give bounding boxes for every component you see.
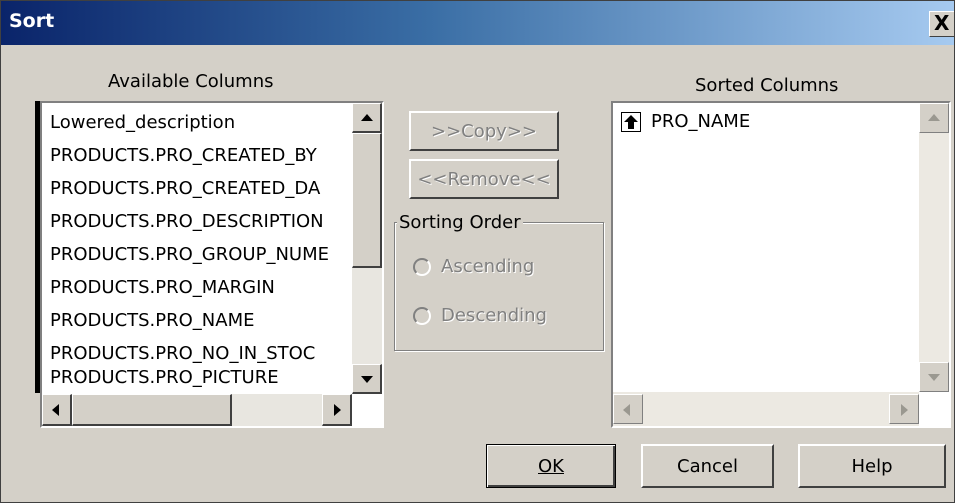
available-vertical-scrollbar[interactable]: [352, 103, 382, 394]
scroll-down-button[interactable]: [919, 362, 949, 392]
scroll-right-button[interactable]: [322, 394, 352, 426]
sorted-horizontal-scrollbar[interactable]: [613, 392, 919, 426]
arrow-up-icon: [361, 114, 373, 121]
close-button[interactable]: X: [929, 11, 954, 37]
list-item[interactable]: PRODUCTS.PRO_MARGIN: [50, 273, 275, 303]
sorting-order-group: [394, 222, 604, 351]
window-title: Sort: [9, 10, 55, 32]
ascending-radio[interactable]: [413, 258, 431, 276]
scroll-down-button[interactable]: [352, 364, 382, 394]
arrow-up-icon: [928, 114, 940, 121]
available-columns-list[interactable]: Lowered_description PRODUCTS.PRO_CREATED…: [40, 101, 384, 428]
scroll-left-button[interactable]: [613, 394, 643, 424]
scroll-thumb[interactable]: [352, 133, 382, 268]
cancel-button-label: Cancel: [677, 455, 738, 477]
scroll-up-button[interactable]: [919, 103, 949, 133]
list-item[interactable]: Lowered_description: [50, 108, 235, 138]
list-item[interactable]: PRODUCTS.PRO_NAME: [50, 306, 255, 336]
arrow-left-icon: [623, 404, 630, 416]
ok-button-label: OK: [538, 455, 564, 477]
descending-radio[interactable]: [413, 307, 431, 325]
descending-label: Descending: [441, 305, 547, 326]
list-item[interactable]: PRODUCTS.PRO_CREATED_DA: [50, 174, 320, 204]
ascending-arrow-icon[interactable]: [621, 112, 641, 132]
close-icon: X: [934, 11, 950, 35]
arrow-down-icon: [361, 376, 373, 383]
arrow-right-icon: [334, 404, 341, 416]
arrow-right-icon: [901, 404, 908, 416]
list-item[interactable]: PRODUCTS.PRO_CREATED_BY: [50, 141, 317, 171]
list-item[interactable]: PRODUCTS.PRO_GROUP_NUME: [50, 240, 329, 270]
sort-dialog: Sort X Available Columns Lowered_descrip…: [0, 0, 955, 503]
arrow-left-icon: [52, 404, 59, 416]
help-button[interactable]: Help: [798, 444, 946, 488]
cancel-button[interactable]: Cancel: [641, 444, 774, 488]
copy-button[interactable]: >>Copy>>: [409, 111, 559, 151]
available-columns-label: Available Columns: [108, 71, 274, 92]
horizontal-scroll-thumb[interactable]: [72, 394, 232, 426]
available-horizontal-scrollbar[interactable]: [42, 394, 352, 426]
arrow-down-icon: [928, 374, 940, 381]
sorted-columns-list[interactable]: PRO_NAME: [611, 101, 951, 428]
sorted-vertical-scrollbar[interactable]: [919, 103, 949, 392]
ascending-label: Ascending: [441, 256, 535, 277]
list-item[interactable]: PRODUCTS.PRO_DESCRIPTION: [50, 207, 324, 237]
remove-button[interactable]: <<Remove<<: [409, 159, 559, 199]
scroll-left-button[interactable]: [42, 394, 72, 426]
ok-button[interactable]: OK: [486, 444, 616, 488]
scroll-right-button[interactable]: [889, 394, 919, 424]
sorted-item-label: PRO_NAME: [651, 111, 751, 132]
sorting-order-legend: Sorting Order: [397, 212, 523, 233]
title-bar[interactable]: Sort X: [1, 1, 954, 45]
scroll-up-button[interactable]: [352, 103, 382, 133]
list-item[interactable]: PRODUCTS.PRO_PICTURE: [50, 364, 279, 392]
sorted-columns-label: Sorted Columns: [695, 75, 839, 96]
help-button-label: Help: [851, 455, 893, 477]
